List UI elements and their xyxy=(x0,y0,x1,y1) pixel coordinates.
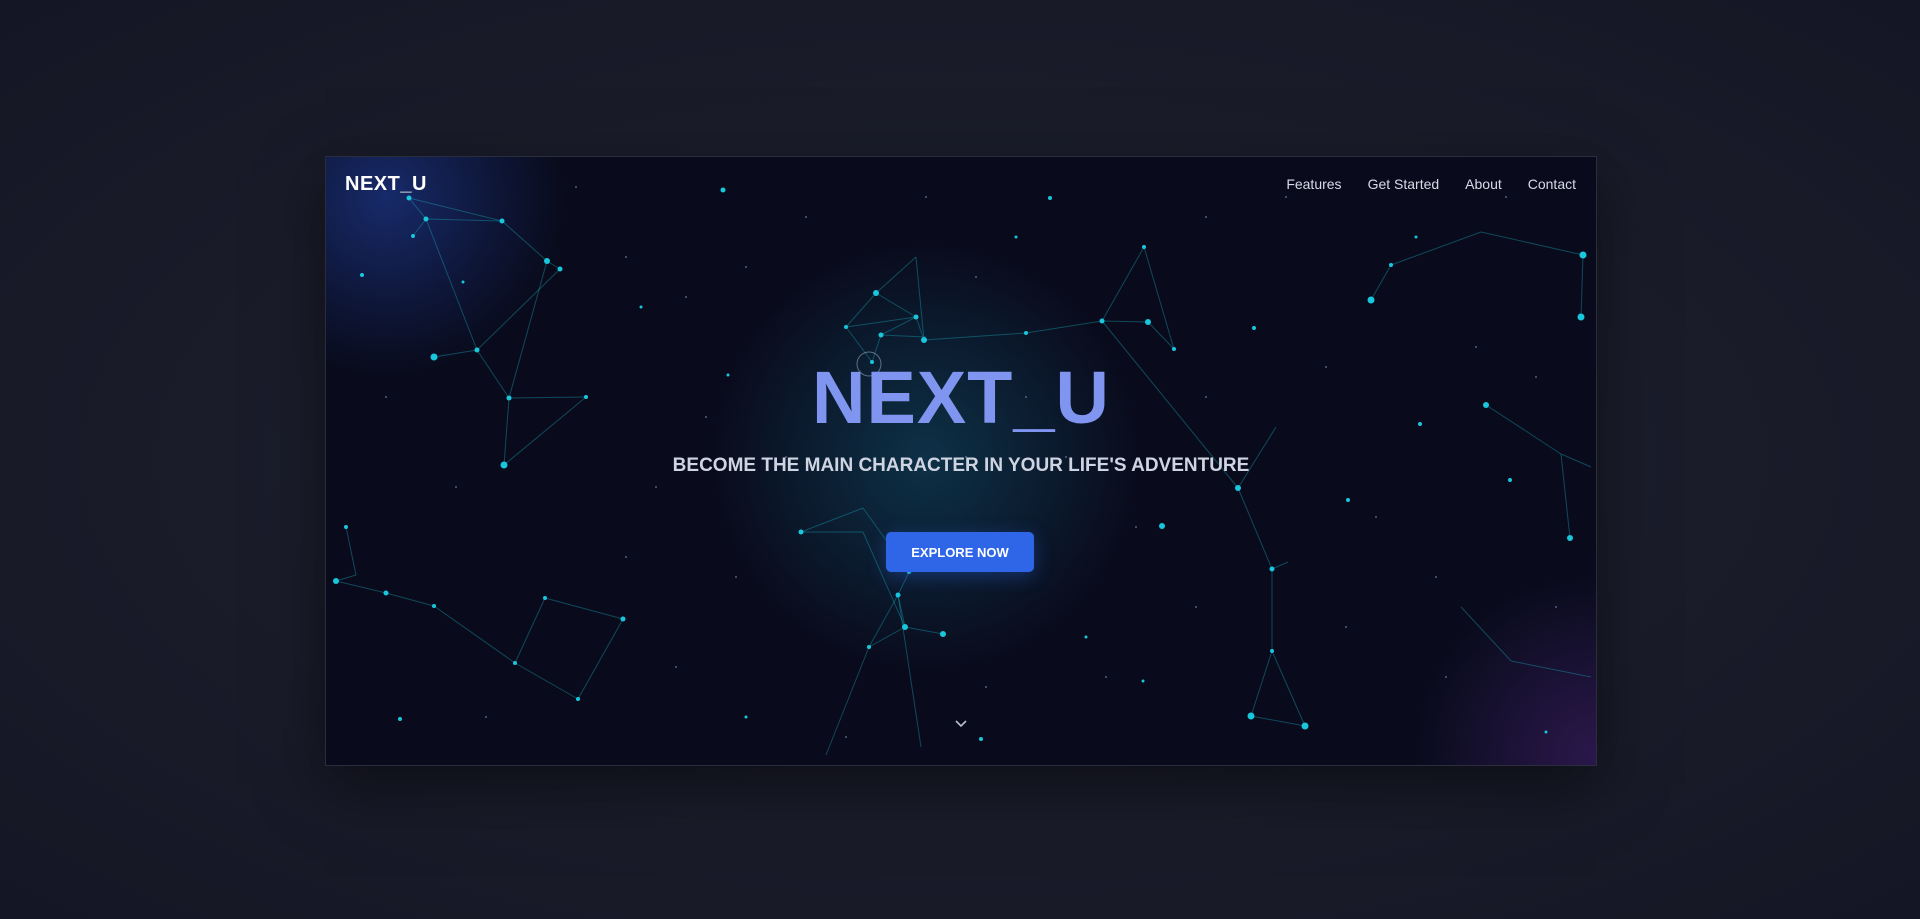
top-nav: Features Get Started About Contact xyxy=(1286,176,1576,192)
site-logo[interactable]: NEXT_U xyxy=(345,173,427,196)
nav-item-get-started[interactable]: Get Started xyxy=(1368,176,1440,192)
nav-item-features[interactable]: Features xyxy=(1286,176,1341,192)
hero-title: NEXT_U xyxy=(812,356,1110,439)
nav-item-about[interactable]: About xyxy=(1465,176,1502,192)
chevron-down-icon[interactable] xyxy=(954,717,968,731)
explore-now-button[interactable]: EXPLORE NOW xyxy=(886,532,1034,572)
nav-item-contact[interactable]: Contact xyxy=(1528,176,1576,192)
landing-page-window: NEXT_U Features Get Started About Contac… xyxy=(326,157,1596,765)
hero-subtitle: BECOME THE MAIN CHARACTER IN YOUR LIFE'S… xyxy=(672,455,1250,476)
